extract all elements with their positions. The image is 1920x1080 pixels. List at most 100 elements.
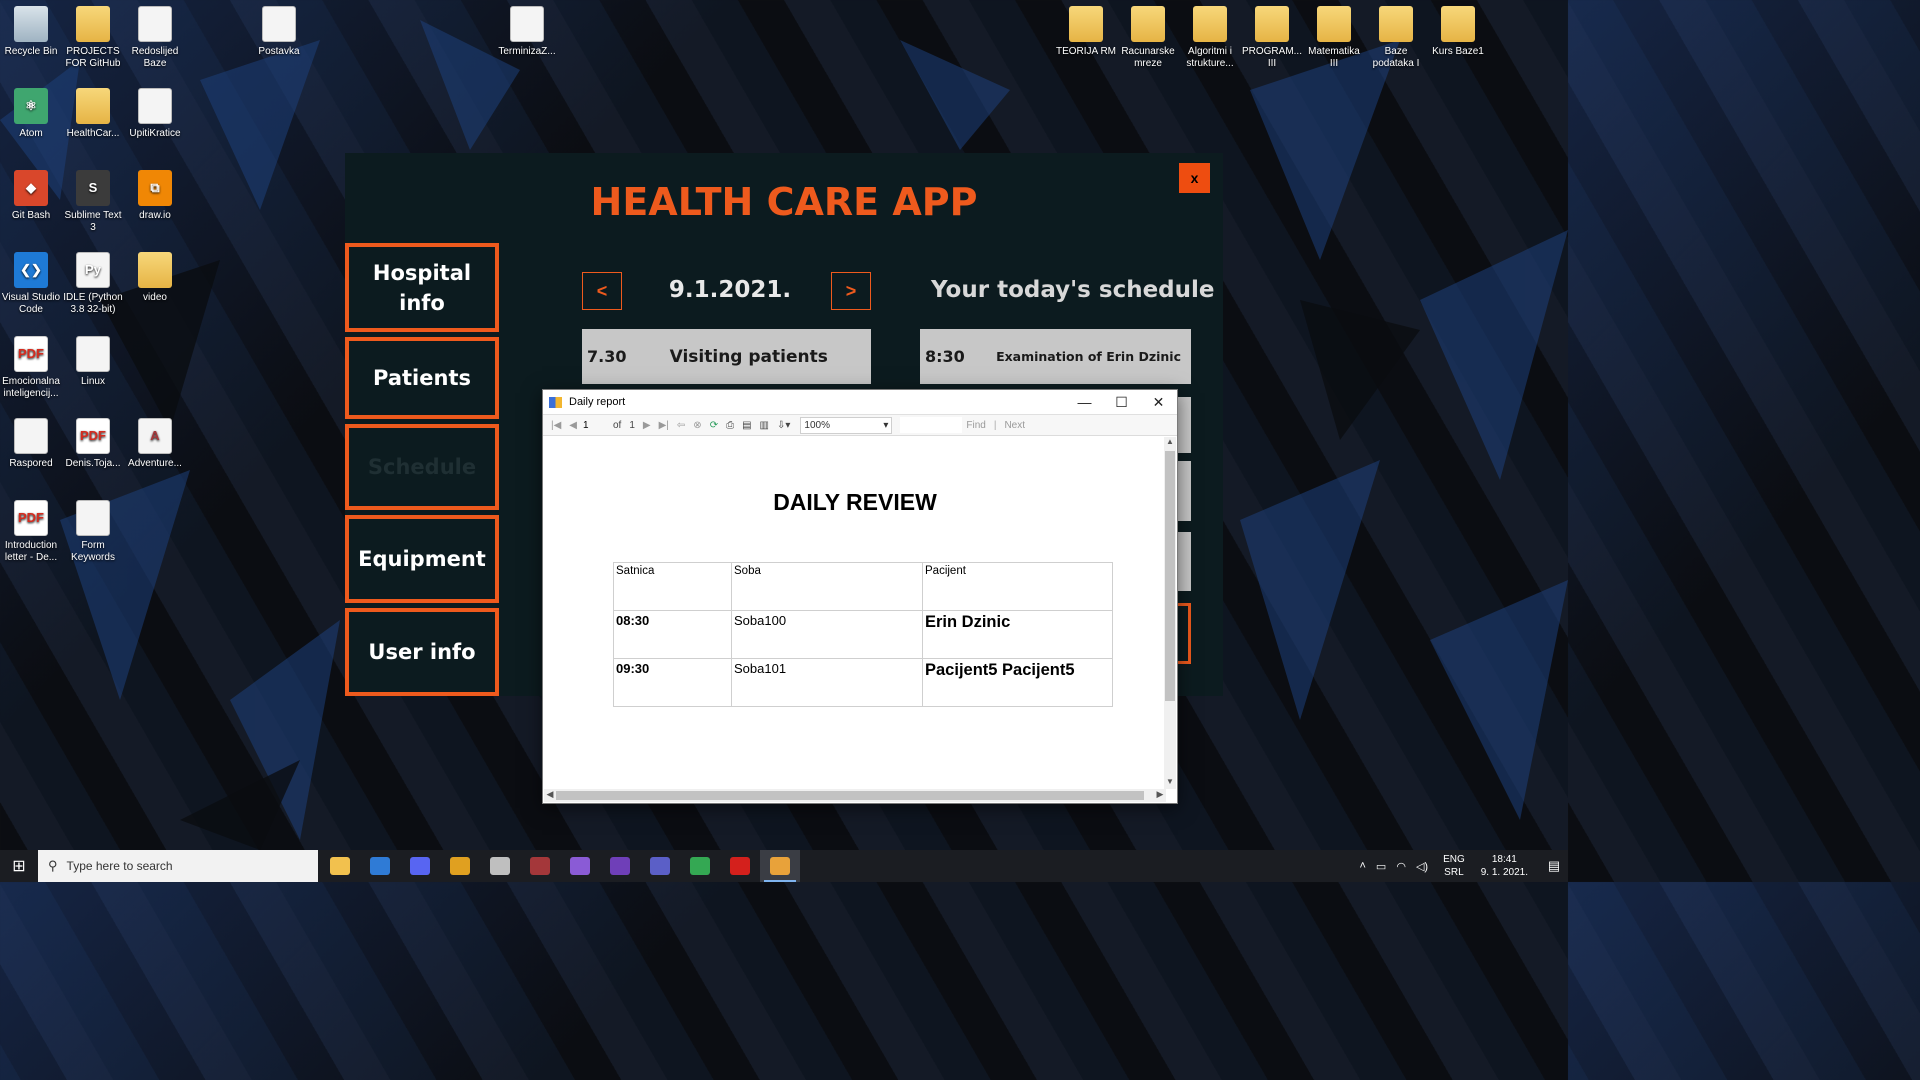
taskbar-app-button[interactable] bbox=[400, 850, 440, 882]
taskbar-app-button[interactable] bbox=[320, 850, 360, 882]
prev-day-button[interactable]: < bbox=[582, 272, 622, 310]
taskbar-app-button[interactable] bbox=[560, 850, 600, 882]
desktop-icon[interactable]: Postavka bbox=[248, 6, 310, 58]
desktop-icon[interactable]: Redoslijed Baze bbox=[124, 6, 186, 70]
next-page-icon[interactable]: ▶ bbox=[643, 420, 651, 431]
window-close-button[interactable]: ✕ bbox=[1140, 390, 1177, 414]
chevron-up-icon[interactable]: ˄ bbox=[1359, 860, 1365, 872]
desktop-icon[interactable]: ◆ Git Bash bbox=[0, 170, 62, 222]
maximize-button[interactable]: ☐ bbox=[1103, 390, 1140, 414]
taskbar-app-button[interactable] bbox=[720, 850, 760, 882]
document-icon bbox=[138, 6, 172, 42]
export-icon[interactable]: ⇩▾ bbox=[777, 420, 790, 431]
desktop-icon[interactable]: ❮❯ Visual Studio Code bbox=[0, 252, 62, 316]
desktop-icon[interactable]: Linux bbox=[62, 336, 124, 388]
scroll-right-icon[interactable]: ▶ bbox=[1154, 789, 1166, 800]
desktop-icon[interactable]: video bbox=[124, 252, 186, 304]
desktop-icon[interactable]: Baze podataka I bbox=[1365, 6, 1427, 70]
find-next-button[interactable]: Next bbox=[1004, 420, 1025, 431]
minimize-button[interactable]: — bbox=[1066, 390, 1103, 414]
desktop-icon-label: draw.io bbox=[139, 210, 171, 221]
taskbar-app-button[interactable] bbox=[480, 850, 520, 882]
zoom-select[interactable]: 100% ▾ bbox=[800, 416, 893, 434]
taskbar-app-button[interactable] bbox=[640, 850, 680, 882]
desktop-icon[interactable]: Form Keywords bbox=[62, 500, 124, 564]
schedule-card[interactable]: 7.30 Visiting patients bbox=[582, 329, 871, 384]
windows-start-icon[interactable]: ⊞ bbox=[0, 850, 38, 882]
desktop-icon[interactable]: Kurs Baze1 bbox=[1427, 6, 1489, 58]
patient-cell: Pacijent5 Pacijent5 bbox=[922, 658, 1113, 707]
desktop-icon[interactable]: UpitiKratice bbox=[124, 88, 186, 140]
notification-icon[interactable]: ▤ bbox=[1540, 858, 1568, 874]
last-page-icon[interactable]: ▶| bbox=[659, 420, 669, 431]
desktop-icon[interactable]: Raspored bbox=[0, 418, 62, 470]
desktop-icon[interactable]: ⧉ draw.io bbox=[124, 170, 186, 222]
taskbar-app-button[interactable] bbox=[440, 850, 480, 882]
scroll-thumb[interactable] bbox=[1165, 451, 1175, 701]
chevron-down-icon: ▾ bbox=[883, 419, 889, 431]
time-cell: 08:30 bbox=[613, 610, 732, 659]
scroll-thumb[interactable] bbox=[556, 791, 1144, 800]
desktop-icon[interactable]: PROGRAM... III bbox=[1241, 6, 1303, 70]
desktop-icon[interactable]: PDF Denis.Toja... bbox=[62, 418, 124, 470]
desktop-icon[interactable]: S Sublime Text 3 bbox=[62, 170, 124, 234]
taskbar-app-button[interactable] bbox=[760, 850, 800, 882]
wifi-icon[interactable]: ◠ bbox=[1396, 860, 1406, 873]
scroll-left-icon[interactable]: ◀ bbox=[544, 789, 556, 800]
scroll-up-icon[interactable]: ▲ bbox=[1164, 437, 1176, 449]
first-page-icon[interactable]: |◀ bbox=[551, 420, 561, 431]
print-layout-icon[interactable]: ▤ bbox=[742, 420, 751, 431]
desktop-icon[interactable]: PDF Emocionalna inteligencij... bbox=[0, 336, 62, 400]
vertical-scrollbar[interactable]: ▲ ▼ bbox=[1164, 437, 1176, 789]
schedule-card[interactable]: 8:30 Examination of Erin Dzinic bbox=[920, 329, 1191, 384]
print-icon[interactable]: ⎙ bbox=[726, 420, 734, 431]
report-titlebar[interactable]: Daily report — ☐ ✕ bbox=[543, 390, 1177, 414]
horizontal-scrollbar[interactable]: ◀ ▶ bbox=[544, 789, 1166, 802]
desktop-icon[interactable]: A Adventure... bbox=[124, 418, 186, 470]
report-app-icon bbox=[549, 396, 562, 408]
next-day-button[interactable]: > bbox=[831, 272, 871, 310]
taskbar-app-button[interactable] bbox=[600, 850, 640, 882]
taskbar-search[interactable]: ⚲ Type here to search bbox=[38, 850, 318, 882]
language-indicator[interactable]: ENG SRL bbox=[1443, 853, 1465, 879]
desktop-icon[interactable]: Algoritmi i strukture... bbox=[1179, 6, 1241, 70]
volume-icon[interactable]: ◁) bbox=[1416, 860, 1428, 873]
card-time: 8:30 bbox=[925, 347, 965, 366]
nav-patients-button[interactable]: Patients bbox=[345, 337, 499, 419]
desktop-icon[interactable]: Py IDLE (Python 3.8 32-bit) bbox=[62, 252, 124, 316]
nav-equipment-button[interactable]: Equipment bbox=[345, 515, 499, 603]
clock[interactable]: 18:41 9. 1. 2021. bbox=[1481, 853, 1528, 879]
desktop-icon[interactable]: PDF Introduction letter - De... bbox=[0, 500, 62, 564]
taskbar-app-button[interactable] bbox=[520, 850, 560, 882]
find-button[interactable]: Find bbox=[966, 420, 985, 431]
desktop-icon[interactable]: Matematika III bbox=[1303, 6, 1365, 70]
find-input[interactable] bbox=[900, 417, 963, 433]
desktop-icon[interactable]: TEORIJA RM bbox=[1055, 6, 1117, 58]
desktop-icon[interactable]: PROJECTS FOR GitHub bbox=[62, 6, 124, 70]
stop-icon[interactable]: ⊗ bbox=[693, 420, 701, 431]
visual-studio-icon bbox=[610, 857, 630, 875]
taskbar-app-button[interactable] bbox=[360, 850, 400, 882]
back-icon[interactable]: ⇦ bbox=[677, 420, 685, 431]
nav-user-info-button[interactable]: User info bbox=[345, 608, 499, 696]
desktop-icon[interactable]: HealthCar... bbox=[62, 88, 124, 140]
page-number-input[interactable] bbox=[581, 417, 609, 433]
nav-hospital-info-button[interactable]: Hospital info bbox=[345, 243, 499, 332]
desktop-icon[interactable]: Racunarske mreze bbox=[1117, 6, 1179, 70]
desktop-icon-label: Kurs Baze1 bbox=[1432, 46, 1484, 57]
taskbar-app-button[interactable] bbox=[680, 850, 720, 882]
clock-date: 9. 1. 2021. bbox=[1480, 867, 1528, 878]
document-icon bbox=[76, 500, 110, 536]
desktop-icon[interactable]: Recycle Bin bbox=[0, 6, 62, 58]
report-table: Satnica Soba Pacijent 08:30 Soba100 Erin… bbox=[613, 562, 1113, 707]
nav-schedule-button[interactable]: Schedule bbox=[345, 424, 499, 510]
battery-icon[interactable]: ▭ bbox=[1376, 860, 1386, 873]
desktop-icon[interactable]: TerminizaZ... bbox=[496, 6, 558, 58]
page-setup-icon[interactable]: ▥ bbox=[760, 420, 769, 431]
close-button[interactable]: x bbox=[1179, 163, 1210, 193]
desktop-icon[interactable]: ⚛ Atom bbox=[0, 88, 62, 140]
scroll-down-icon[interactable]: ▼ bbox=[1164, 777, 1176, 789]
discord-icon bbox=[410, 857, 430, 875]
prev-page-icon[interactable]: ◀ bbox=[569, 420, 577, 431]
refresh-icon[interactable]: ⟳ bbox=[710, 420, 718, 431]
